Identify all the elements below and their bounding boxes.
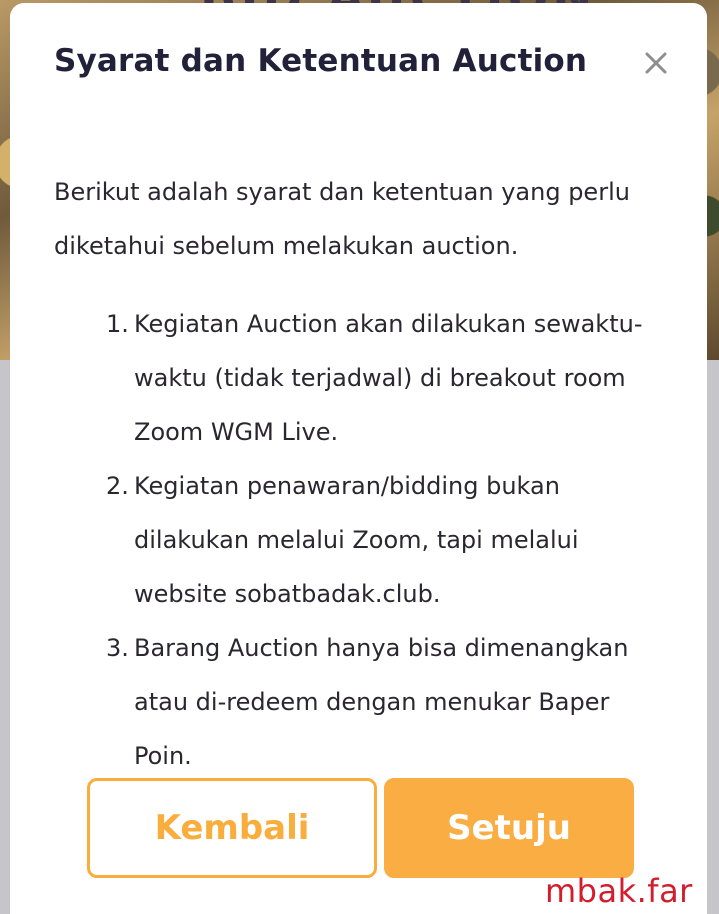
terms-list: 1. Kegiatan Auction akan dilakukan sewak… xyxy=(106,297,674,783)
term-line: atau di-redeem dengan menukar Baper xyxy=(134,688,610,716)
close-button[interactable] xyxy=(640,47,672,79)
term-line: Kegiatan penawaran/bidding bukan xyxy=(134,472,560,500)
term-item: 2. Kegiatan penawaran/bidding bukan dila… xyxy=(106,459,674,621)
back-button[interactable]: Kembali xyxy=(87,778,377,878)
watermark-text: mbak.far xyxy=(545,872,693,910)
term-line: Zoom WGM Live. xyxy=(134,418,339,446)
modal-title: Syarat dan Ketentuan Auction xyxy=(54,43,588,79)
term-item: 1. Kegiatan Auction akan dilakukan sewak… xyxy=(106,297,674,459)
intro-text: Berikut adalah syarat dan ketentuan yang… xyxy=(54,178,630,260)
term-number: 2. xyxy=(106,472,129,500)
close-icon xyxy=(645,52,667,74)
term-line: waktu (tidak terjadwal) di breakout room xyxy=(134,364,626,392)
term-line: website sobatbadak.club. xyxy=(134,580,441,608)
term-item: 3. Barang Auction hanya bisa dimenangkan… xyxy=(106,621,674,783)
term-line: Kegiatan Auction akan dilakukan sewaktu- xyxy=(134,310,643,338)
terms-modal: Syarat dan Ketentuan Auction Berikut ada… xyxy=(10,3,707,914)
term-number: 1. xyxy=(106,310,129,338)
term-number: 3. xyxy=(106,634,129,662)
term-line: Barang Auction hanya bisa dimenangkan xyxy=(134,634,629,662)
term-line: Poin. xyxy=(134,742,192,770)
agree-button[interactable]: Setuju xyxy=(384,778,634,878)
term-line: dilakukan melalui Zoom, tapi melalui xyxy=(134,526,579,554)
